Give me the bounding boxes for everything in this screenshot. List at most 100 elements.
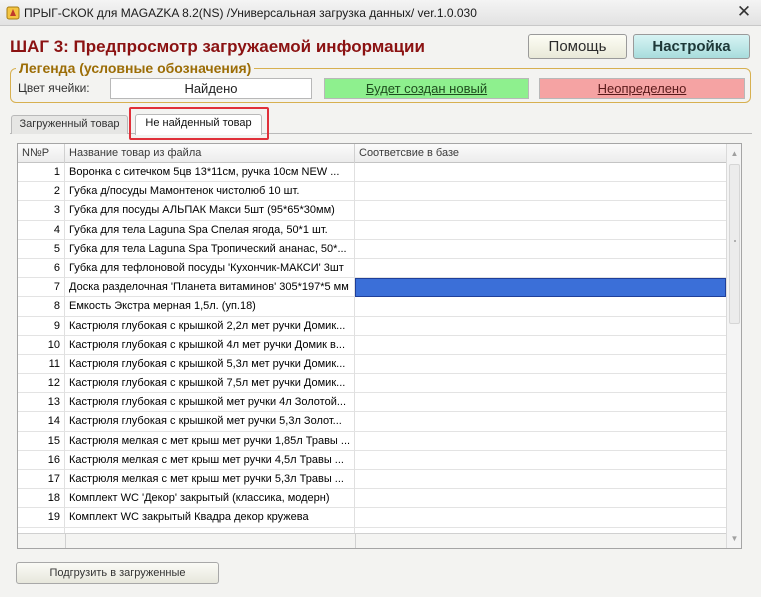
vertical-scrollbar[interactable]: ▲ ▼ bbox=[726, 144, 741, 548]
row-product-name[interactable]: Доска разделочная 'Планета витаминов' 30… bbox=[65, 278, 355, 298]
tab-not-found-goods[interactable]: Не найденный товар bbox=[135, 114, 262, 135]
row-number[interactable]: 8 bbox=[18, 297, 65, 317]
row-number[interactable]: 19 bbox=[18, 508, 65, 528]
row-match-cell[interactable] bbox=[355, 201, 726, 220]
row-product-name[interactable]: Губка для тефлоновой посуды 'Кухончик-МА… bbox=[65, 258, 355, 278]
row-product-name[interactable]: Комплект WC закрытый Квадра декор кружев… bbox=[65, 508, 355, 528]
table-row[interactable]: 17 Кастрюля мелкая с мет крыш мет ручки 5… bbox=[18, 470, 726, 490]
row-product-name[interactable]: Кастрюля мелкая с мет крыш мет ручки 4,5… bbox=[65, 450, 355, 470]
row-product-name[interactable]: Кастрюля глубокая с крышкой мет ручки 5,… bbox=[65, 412, 355, 432]
table-row[interactable]: 8 Емкость Экстра мерная 1,5л. (уп.18) bbox=[18, 297, 726, 317]
window-body: ШАГ 3: Предпросмотр загружаемой информац… bbox=[0, 26, 761, 597]
row-match-cell[interactable] bbox=[355, 317, 726, 336]
column-header-match[interactable]: Соответсвие в базе bbox=[355, 144, 726, 163]
row-product-name[interactable]: Кастрюля мелкая с мет крыш мет ручки 5,3… bbox=[65, 470, 355, 489]
row-product-name[interactable]: Губка д/посуды Мамонтенок чистолюб 10 шт… bbox=[65, 182, 355, 202]
scrollbar-thumb[interactable] bbox=[729, 164, 740, 324]
goods-table[interactable]: N№Р Название товар из файла Соответсвие … bbox=[17, 143, 742, 549]
row-match-cell[interactable] bbox=[355, 182, 726, 201]
row-match-cell[interactable] bbox=[355, 489, 726, 508]
row-product-name[interactable]: Кастрюля мелкая с мет крыш мет ручки 1,8… bbox=[65, 431, 355, 451]
table-row[interactable]: 4 Губка для тела Laguna Spa Спелая ягода,… bbox=[18, 220, 726, 240]
table-row[interactable]: 16 Кастрюля мелкая с мет крыш мет ручки 4… bbox=[18, 450, 726, 470]
row-number[interactable]: 18 bbox=[18, 489, 65, 509]
table-row[interactable]: 18 Комплект WC 'Декор' закрытый (классика… bbox=[18, 489, 726, 509]
table-row[interactable]: 7 Доска разделочная 'Планета витаминов' 3… bbox=[18, 278, 726, 298]
row-product-name[interactable]: Кастрюля глубокая с крышкой 2,2л мет руч… bbox=[65, 316, 355, 336]
row-number[interactable]: 16 bbox=[18, 450, 65, 470]
table-row[interactable]: 11 Кастрюля глубокая с крышкой 5,3л мет р… bbox=[18, 354, 726, 375]
row-match-cell[interactable] bbox=[355, 451, 726, 470]
row-number[interactable]: 2 bbox=[18, 182, 65, 202]
row-product-name[interactable]: Кастрюля глубокая с крышкой 4л мет ручки… bbox=[65, 335, 355, 355]
table-row[interactable]: 5 Губка для тела Laguna Spa Тропический а… bbox=[18, 239, 726, 259]
row-match-cell[interactable] bbox=[355, 240, 726, 259]
page-title: ШАГ 3: Предпросмотр загружаемой информац… bbox=[10, 37, 425, 56]
row-match-cell[interactable] bbox=[355, 297, 726, 316]
tab-loaded-goods[interactable]: Загруженный товар bbox=[11, 115, 128, 134]
row-match-cell[interactable] bbox=[355, 508, 726, 527]
row-match-cell[interactable] bbox=[355, 221, 726, 240]
legend-undefined[interactable]: Неопределено bbox=[539, 78, 745, 99]
help-button[interactable]: Помощь bbox=[528, 34, 627, 59]
row-product-name[interactable]: Кастрюля глубокая с крышкой 5,3л мет руч… bbox=[65, 354, 355, 374]
row-number[interactable]: 12 bbox=[18, 374, 65, 394]
table-row[interactable]: 12 Кастрюля глубокая с крышкой 7,5л мет р… bbox=[18, 374, 726, 394]
table-row[interactable]: 10 Кастрюля глубокая с крышкой 4л мет руч… bbox=[18, 335, 726, 355]
row-number[interactable]: 7 bbox=[18, 278, 65, 298]
row-product-name[interactable]: Кастрюля глубокая с крышкой 7,5л мет руч… bbox=[65, 374, 355, 394]
row-product-name[interactable]: Кастрюля глубокая с крышкой мет ручки 4л… bbox=[65, 393, 355, 413]
scroll-down-icon[interactable]: ▼ bbox=[727, 531, 741, 547]
scroll-up-icon[interactable]: ▲ bbox=[727, 146, 741, 162]
row-match-cell[interactable] bbox=[355, 470, 726, 489]
row-match-cell[interactable] bbox=[355, 278, 726, 298]
row-product-name[interactable]: Губка для тела Laguna Spa Спелая ягода, … bbox=[65, 220, 355, 240]
row-number[interactable]: 1 bbox=[18, 163, 65, 182]
row-number[interactable]: 10 bbox=[18, 335, 65, 355]
table-body: 1 Воронка с ситечком 5цв 13*11см, ручка 1… bbox=[18, 163, 726, 547]
row-number[interactable]: 13 bbox=[18, 393, 65, 413]
row-match-cell[interactable] bbox=[355, 355, 726, 374]
table-row[interactable]: 14 Кастрюля глубокая с крышкой мет ручки … bbox=[18, 412, 726, 432]
scroll-grip-icon bbox=[734, 240, 736, 242]
row-number[interactable]: 15 bbox=[18, 431, 65, 451]
row-match-cell[interactable] bbox=[355, 432, 726, 451]
table-row[interactable]: 2 Губка д/посуды Мамонтенок чистолюб 10 ш… bbox=[18, 182, 726, 202]
row-number[interactable]: 6 bbox=[18, 258, 65, 278]
row-product-name[interactable]: Воронка с ситечком 5цв 13*11см, ручка 10… bbox=[65, 163, 355, 182]
row-number[interactable]: 14 bbox=[18, 412, 65, 432]
row-number[interactable]: 17 bbox=[18, 470, 65, 489]
table-row[interactable]: 3 Губка для посуды АЛЬПАК Макси 5шт (95*6… bbox=[18, 201, 726, 221]
table-row[interactable]: 9 Кастрюля глубокая с крышкой 2,2л мет ру… bbox=[18, 316, 726, 336]
row-match-cell[interactable] bbox=[355, 393, 726, 412]
row-number[interactable]: 5 bbox=[18, 239, 65, 259]
column-header-name[interactable]: Название товар из файла bbox=[65, 144, 355, 163]
row-product-name[interactable]: Губка для тела Laguna Spa Тропический ан… bbox=[65, 239, 355, 259]
legend-will-create[interactable]: Будет создан новый bbox=[324, 78, 529, 99]
row-product-name[interactable]: Губка для посуды АЛЬПАК Макси 5шт (95*65… bbox=[65, 201, 355, 221]
row-number[interactable]: 4 bbox=[18, 220, 65, 240]
row-match-cell[interactable] bbox=[355, 374, 726, 393]
row-match-cell[interactable] bbox=[355, 336, 726, 355]
row-match-cell[interactable] bbox=[355, 163, 726, 182]
table-row[interactable]: 6 Губка для тефлоновой посуды 'Кухончик-М… bbox=[18, 258, 726, 279]
legend-found: Найдено bbox=[110, 78, 312, 99]
row-number[interactable]: 3 bbox=[18, 201, 65, 221]
table-row[interactable]: 15 Кастрюля мелкая с мет крыш мет ручки 1… bbox=[18, 431, 726, 451]
row-number[interactable]: 11 bbox=[18, 354, 65, 374]
row-number[interactable]: 9 bbox=[18, 316, 65, 336]
footer-divider bbox=[65, 534, 66, 548]
row-product-name[interactable]: Емкость Экстра мерная 1,5л. (уп.18) bbox=[65, 297, 355, 317]
row-match-cell[interactable] bbox=[355, 412, 726, 431]
pull-into-loaded-button[interactable]: Подгрузить в загруженные bbox=[16, 562, 219, 584]
window-titlebar: ПРЫГ-СКОК для MAGAZKA 8.2(NS) /Универсал… bbox=[0, 0, 761, 26]
row-match-cell[interactable] bbox=[355, 259, 726, 278]
table-row[interactable]: 1 Воронка с ситечком 5цв 13*11см, ручка 1… bbox=[18, 163, 726, 183]
table-row[interactable]: 13 Кастрюля глубокая с крышкой мет ручки … bbox=[18, 393, 726, 413]
column-header-number[interactable]: N№Р bbox=[18, 144, 65, 163]
table-row[interactable]: 19 Комплект WC закрытый Квадра декор круж… bbox=[18, 508, 726, 528]
row-product-name[interactable]: Комплект WC 'Декор' закрытый (классика, … bbox=[65, 489, 355, 509]
close-icon[interactable]: ✕ bbox=[735, 3, 753, 21]
table-header: N№Р Название товар из файла Соответсвие … bbox=[18, 144, 726, 163]
settings-button[interactable]: Настройка bbox=[633, 34, 750, 59]
